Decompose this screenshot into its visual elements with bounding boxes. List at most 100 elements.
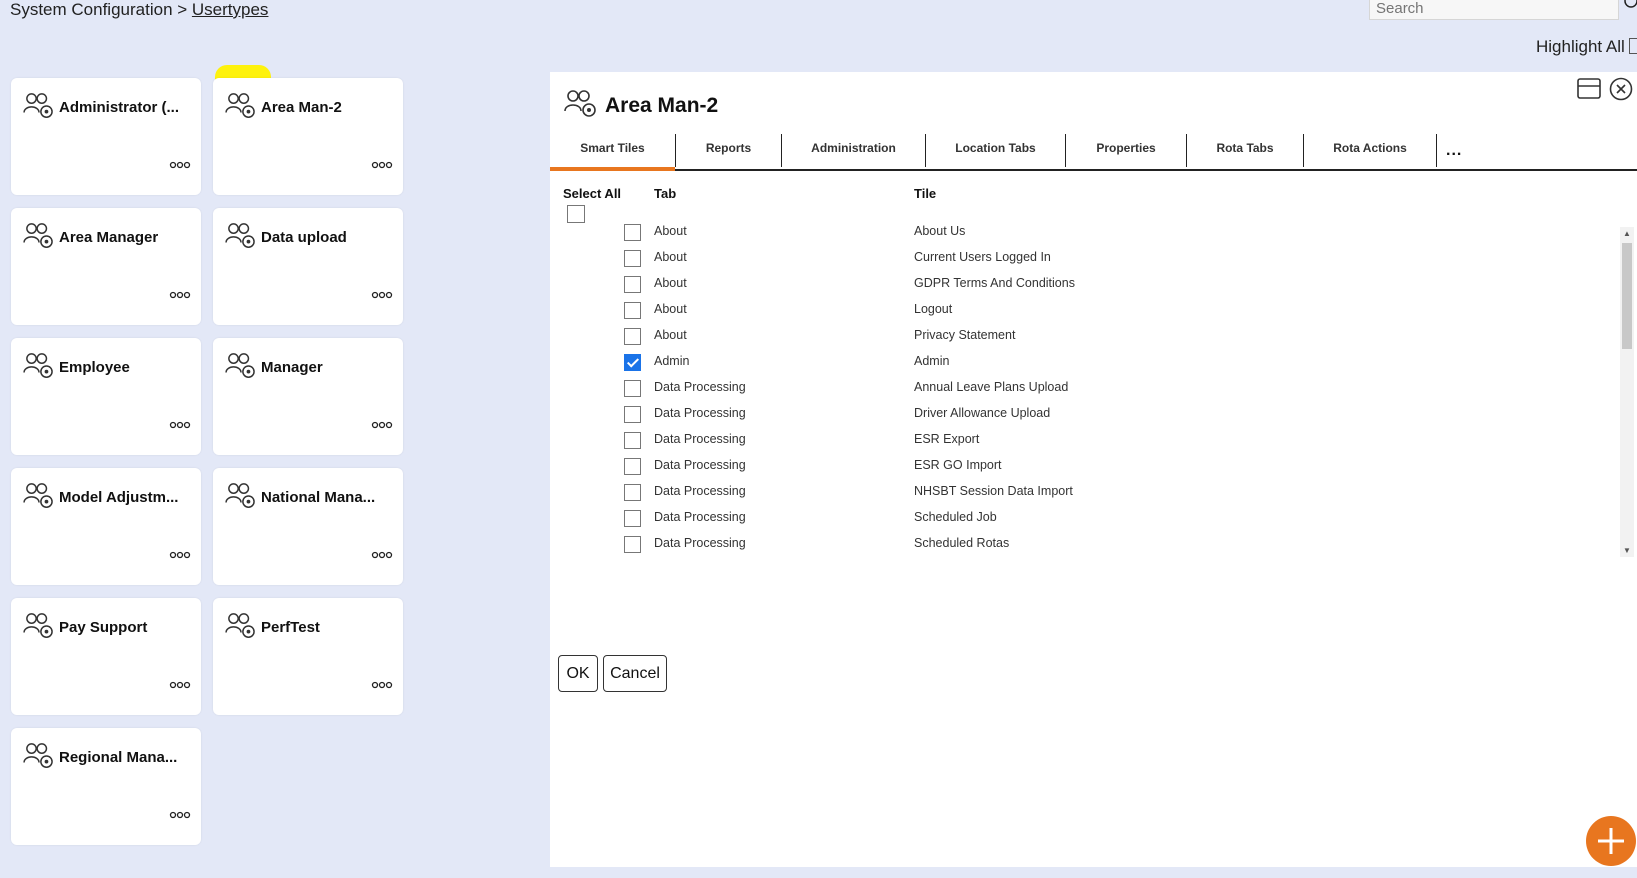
more-options-icon[interactable] <box>371 287 393 299</box>
more-options-icon[interactable] <box>169 547 191 559</box>
list-item: About Privacy Statement <box>550 324 1600 350</box>
list-item: About About Us <box>550 220 1600 246</box>
more-options-icon[interactable] <box>371 677 393 689</box>
highlight-all-checkbox[interactable] <box>1628 38 1637 54</box>
tab-rota-tabs[interactable]: Rota Tabs <box>1187 134 1304 167</box>
users-gear-icon <box>225 92 257 120</box>
search-input[interactable] <box>1369 0 1619 20</box>
tab-properties[interactable]: Properties <box>1066 134 1187 167</box>
usertype-tile[interactable]: Administrator (... <box>11 78 201 195</box>
usertype-tile[interactable]: Data upload <box>213 208 403 325</box>
close-icon[interactable] <box>1609 77 1633 101</box>
list-item: Data Processing NHSBT Session Data Import <box>550 480 1600 506</box>
tile-permission-list: About About Us About Current Users Logged I… <box>550 220 1637 632</box>
users-gear-icon <box>23 222 55 250</box>
scrollbar-thumb[interactable] <box>1622 243 1632 349</box>
plus-icon <box>1598 828 1624 854</box>
row-tab-cell: Data Processing <box>654 380 746 394</box>
usertype-tile[interactable]: Area Manager <box>11 208 201 325</box>
row-checkbox[interactable] <box>624 510 641 527</box>
usertype-tile-label: Regional Mana... <box>59 749 178 766</box>
cancel-button[interactable]: Cancel <box>603 655 667 692</box>
usertype-tile-label: Manager <box>261 359 323 376</box>
window-toggle-icon[interactable] <box>1577 78 1601 99</box>
more-options-icon[interactable] <box>169 417 191 429</box>
row-tab-cell: About <box>654 302 687 316</box>
usertype-tile-label: Area Manager <box>59 229 159 246</box>
row-checkbox[interactable] <box>624 354 641 371</box>
row-tab-cell: Data Processing <box>654 484 746 498</box>
row-checkbox[interactable] <box>624 484 641 501</box>
tab-administration[interactable]: Administration <box>782 134 926 167</box>
usertype-tile[interactable]: Area Man-2 <box>213 78 403 195</box>
row-tile-cell: Privacy Statement <box>914 328 1016 342</box>
row-checkbox[interactable] <box>624 328 641 345</box>
users-gear-icon <box>23 92 55 120</box>
row-checkbox[interactable] <box>624 458 641 475</box>
more-options-icon[interactable] <box>371 157 393 169</box>
usertype-detail-panel: Area Man-2 Smart Tiles Reports Administrat… <box>550 72 1637 867</box>
row-checkbox[interactable] <box>624 224 641 241</box>
row-tile-cell: Admin <box>914 354 950 368</box>
more-options-icon[interactable] <box>169 807 191 819</box>
list-item: Data Processing Scheduled Job <box>550 506 1600 532</box>
list-item: Data Processing Driver Allowance Upload <box>550 402 1600 428</box>
row-tile-cell: NHSBT Session Data Import <box>914 484 1073 498</box>
users-gear-icon <box>564 89 598 119</box>
usertype-tile[interactable]: Model Adjustm... <box>11 468 201 585</box>
tab-reports[interactable]: Reports <box>676 134 782 167</box>
row-tab-cell: Data Processing <box>654 510 746 524</box>
usertype-tile[interactable]: Manager <box>213 338 403 455</box>
row-checkbox[interactable] <box>624 380 641 397</box>
users-gear-icon <box>23 742 55 770</box>
tab-location-tabs[interactable]: Location Tabs <box>926 134 1066 167</box>
breadcrumb-root: System Configuration <box>10 0 173 19</box>
scroll-up-icon[interactable]: ▲ <box>1623 229 1631 238</box>
more-options-icon[interactable] <box>371 547 393 559</box>
highlight-all-toggle[interactable]: Highlight All <box>1536 37 1637 57</box>
usertype-tile[interactable]: National Mana... <box>213 468 403 585</box>
breadcrumb-current-link[interactable]: Usertypes <box>192 0 269 19</box>
add-usertype-button[interactable] <box>1586 816 1636 866</box>
row-checkbox[interactable] <box>624 536 641 553</box>
usertype-tile[interactable]: PerfTest <box>213 598 403 715</box>
usertype-tile[interactable]: Employee <box>11 338 201 455</box>
breadcrumb-separator: > <box>172 0 192 19</box>
usertype-tile-label: PerfTest <box>261 619 320 636</box>
row-checkbox[interactable] <box>624 406 641 423</box>
list-item: About Logout <box>550 298 1600 324</box>
row-tile-cell: Annual Leave Plans Upload <box>914 380 1069 394</box>
row-tab-cell: Data Processing <box>654 432 746 446</box>
row-tile-cell: GDPR Terms And Conditions <box>914 276 1075 290</box>
list-scrollbar[interactable]: ▲ ▼ <box>1620 227 1634 557</box>
row-tile-cell: Logout <box>914 302 953 316</box>
tab-smart-tiles[interactable]: Smart Tiles <box>550 134 676 171</box>
row-checkbox[interactable] <box>624 276 641 293</box>
breadcrumb: System Configuration > Usertypes <box>10 0 268 20</box>
row-tab-cell: Data Processing <box>654 458 746 472</box>
more-options-icon[interactable] <box>371 417 393 429</box>
more-options-icon[interactable] <box>169 287 191 299</box>
usertype-tile-label: Area Man-2 <box>261 99 342 116</box>
row-checkbox[interactable] <box>624 250 641 267</box>
row-tab-cell: Data Processing <box>654 536 746 550</box>
usertype-tile-label: Employee <box>59 359 130 376</box>
list-item: Data Processing ESR Export <box>550 428 1600 454</box>
row-tab-cell: About <box>654 328 687 342</box>
usertype-tile[interactable]: Pay Support <box>11 598 201 715</box>
row-tile-cell: Scheduled Rotas <box>914 536 1010 550</box>
more-options-icon[interactable] <box>169 157 191 169</box>
panel-tab-bar: Smart Tiles Reports Administration Location… <box>550 134 1637 171</box>
usertype-tile[interactable]: Regional Mana... <box>11 728 201 845</box>
tab-rota-actions[interactable]: Rota Actions <box>1304 134 1437 167</box>
more-tabs-button[interactable]: ... <box>1446 142 1462 160</box>
scroll-down-icon[interactable]: ▼ <box>1623 546 1631 555</box>
search-icon[interactable] <box>1622 0 1637 8</box>
row-checkbox[interactable] <box>624 302 641 319</box>
row-checkbox[interactable] <box>624 432 641 449</box>
list-item: About Current Users Logged In <box>550 246 1600 272</box>
list-item: Data Processing Annual Leave Plans Upload <box>550 376 1600 402</box>
panel-title: Area Man-2 <box>605 94 719 117</box>
ok-button[interactable]: OK <box>558 655 598 692</box>
more-options-icon[interactable] <box>169 677 191 689</box>
